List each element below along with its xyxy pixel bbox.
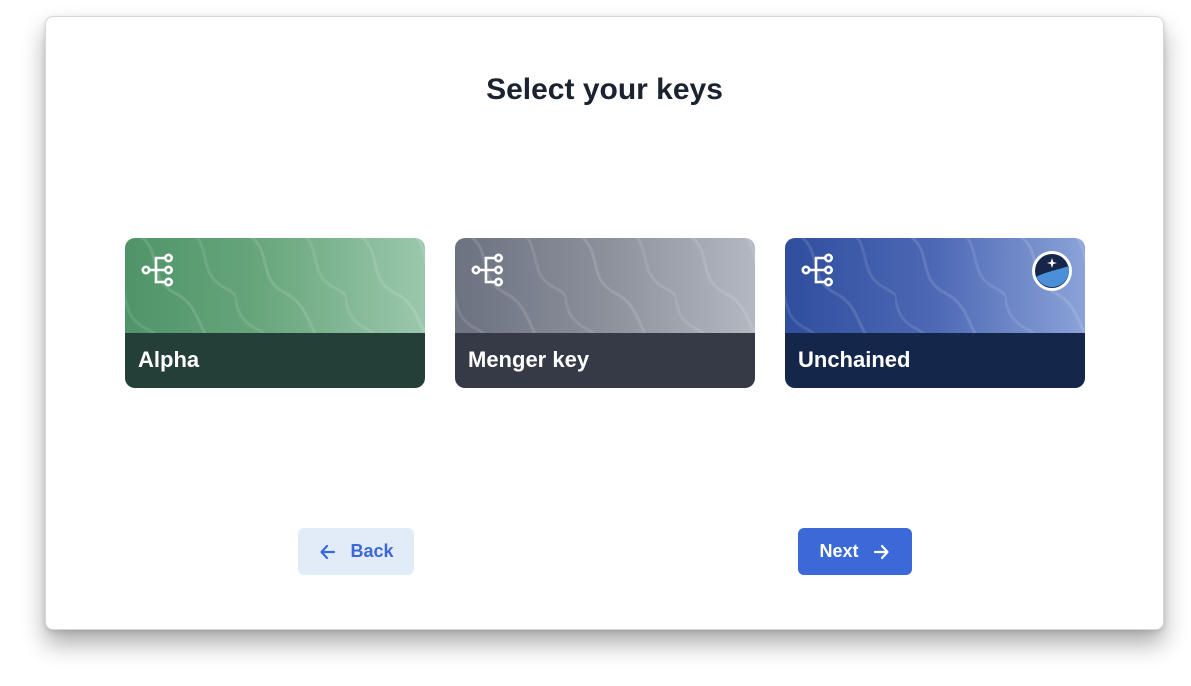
key-card-unchained[interactable]: Unchained bbox=[785, 238, 1085, 388]
card-label: Unchained bbox=[798, 347, 911, 372]
card-footer: Menger key bbox=[455, 333, 755, 388]
key-card-list: Alpha Menger key Unchained bbox=[125, 238, 1085, 388]
unchained-logo-icon bbox=[1032, 251, 1072, 291]
back-button[interactable]: Back bbox=[298, 528, 414, 575]
next-button-label: Next bbox=[819, 541, 859, 561]
page-title: Select your keys bbox=[486, 73, 723, 106]
arrow-left-icon bbox=[320, 544, 336, 559]
key-tree-icon bbox=[801, 251, 835, 289]
card-label: Menger key bbox=[468, 347, 590, 372]
wizard-window: Select your keys Alpha Menger key Unchai… bbox=[45, 16, 1164, 630]
key-card-menger[interactable]: Menger key bbox=[455, 238, 755, 388]
next-button[interactable]: Next bbox=[798, 528, 912, 575]
key-card-alpha[interactable]: Alpha bbox=[125, 238, 425, 388]
key-tree-icon bbox=[141, 251, 175, 289]
card-footer: Alpha bbox=[125, 333, 425, 388]
back-button-label: Back bbox=[350, 541, 394, 561]
card-label: Alpha bbox=[138, 347, 200, 372]
key-tree-icon bbox=[471, 251, 505, 289]
card-footer: Unchained bbox=[785, 333, 1085, 388]
arrow-right-icon bbox=[873, 544, 889, 559]
